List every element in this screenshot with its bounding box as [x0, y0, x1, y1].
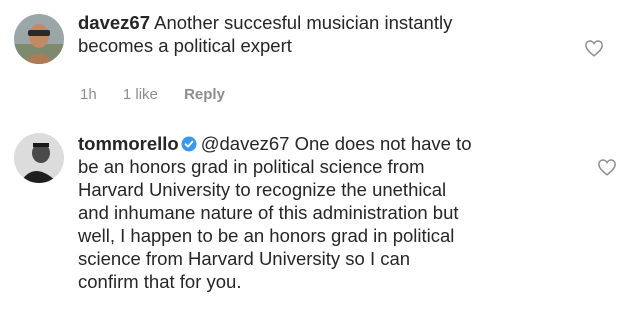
comment-line-2: be an honors grad in political science f…: [78, 156, 425, 177]
reply-button[interactable]: Reply: [184, 86, 225, 103]
comment-time: 1h: [80, 86, 97, 103]
mention-link[interactable]: @davez67: [201, 133, 290, 154]
heart-outline-icon[interactable]: [597, 158, 617, 176]
avatar-tommorello[interactable]: [14, 133, 64, 183]
comment-line-3: Harvard University to recognize the unet…: [78, 179, 447, 200]
like-count[interactable]: 1 like: [123, 86, 158, 103]
comment-text: davez67 Another succesful musician insta…: [78, 11, 452, 57]
avatar-davez67[interactable]: [14, 14, 64, 64]
comment-line-6: science from Harvard University so I can: [78, 248, 411, 269]
username-tommorello[interactable]: tommorello: [78, 133, 179, 154]
comment-line-5: well, I happen to be an honors grad in p…: [78, 225, 455, 246]
heart-outline-icon[interactable]: [584, 39, 604, 57]
comment-line-1: Another succesful musician instantly: [154, 12, 453, 33]
verified-badge-icon: [181, 136, 197, 152]
comment-line-1: One does not have to: [294, 133, 472, 154]
comment-line-4: and inhumane nature of this administrati…: [78, 202, 459, 223]
username-davez67[interactable]: davez67: [78, 12, 150, 33]
comment-text: tommorello @davez67 One does not have to…: [78, 132, 472, 293]
comment-tommorello: tommorello @davez67 One does not have to…: [0, 110, 623, 319]
comment-line-2: becomes a political expert: [78, 35, 292, 56]
comment-meta: 1h 1 like Reply: [80, 86, 247, 103]
comment-davez67: davez67 Another succesful musician insta…: [0, 0, 623, 110]
comment-line-7: confirm that for you.: [78, 271, 242, 292]
